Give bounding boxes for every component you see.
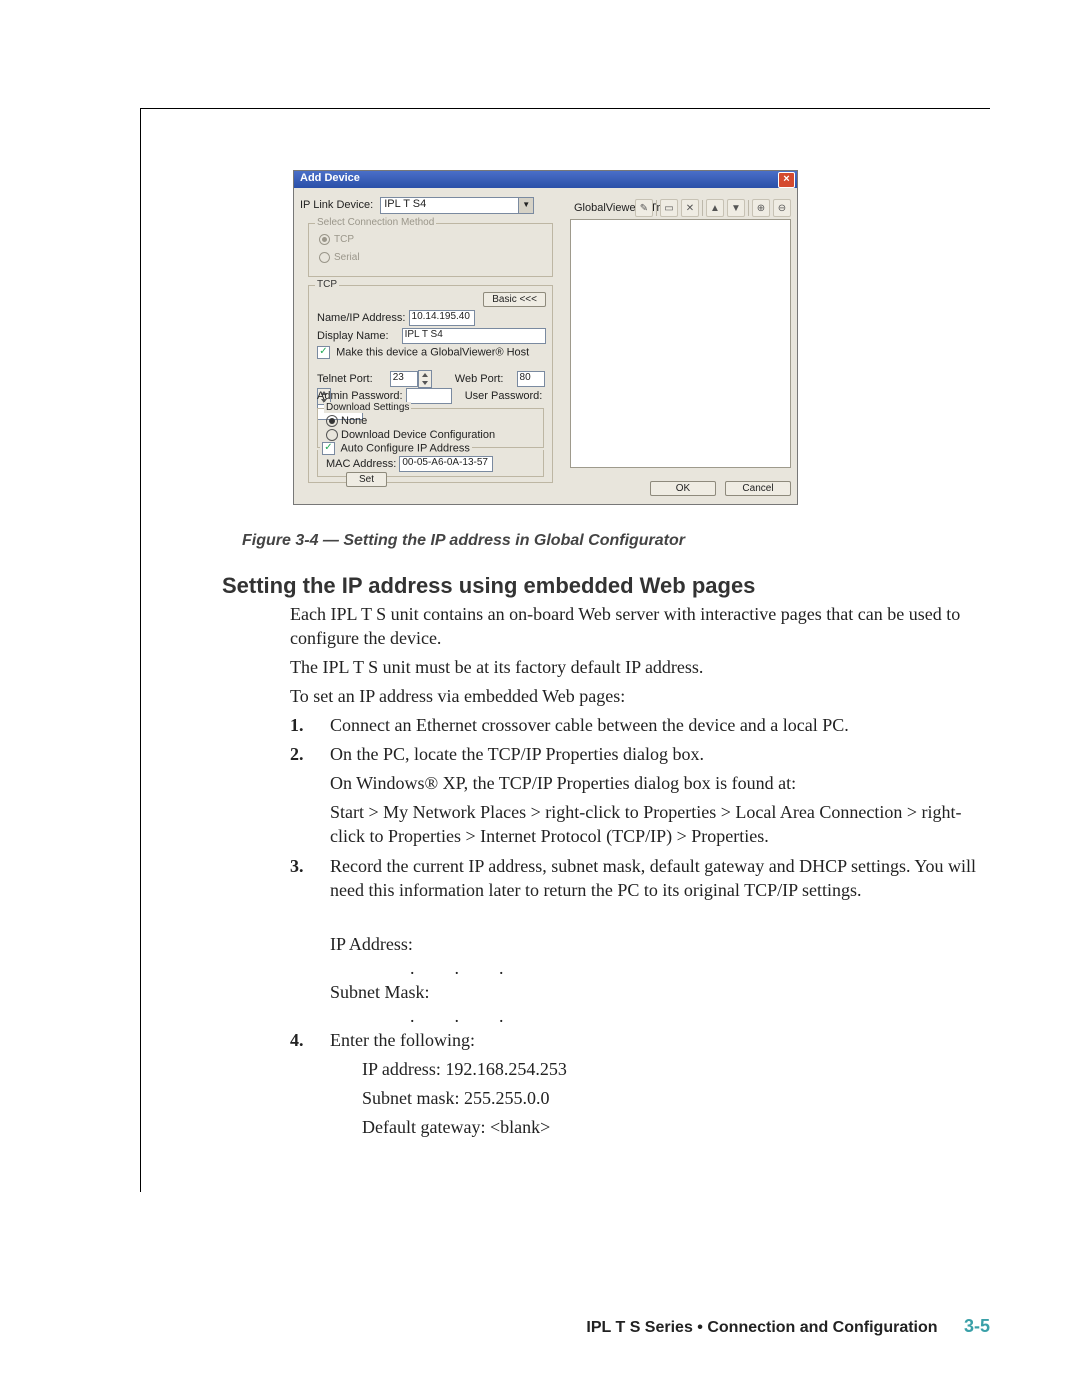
step-1: 1. Connect an Ethernet crossover cable b… bbox=[290, 713, 980, 737]
radio-none[interactable] bbox=[326, 415, 338, 427]
close-icon[interactable]: × bbox=[778, 172, 795, 188]
step-3-text: Record the current IP address, subnet ma… bbox=[330, 854, 990, 902]
up-icon[interactable]: ▲ bbox=[706, 199, 724, 217]
radio-ddc-label: Download Device Configuration bbox=[341, 429, 495, 441]
para-2: The IPL T S unit must be at its factory … bbox=[290, 655, 980, 679]
gv-host-label: Make this device a GlobalViewer® Host bbox=[336, 346, 529, 358]
collapse-icon[interactable]: ⊖ bbox=[773, 199, 791, 217]
step-3-ip-dots: ... bbox=[410, 956, 544, 980]
delete-icon[interactable]: ✕ bbox=[681, 199, 699, 217]
folder-icon[interactable]: ▭ bbox=[660, 199, 678, 217]
step-2-text: On the PC, locate the TCP/IP Properties … bbox=[330, 742, 980, 766]
step-4c: Default gateway: <blank> bbox=[362, 1115, 550, 1139]
step-3: 3. Record the current IP address, subnet… bbox=[290, 854, 990, 902]
ip-link-combo[interactable]: IPL T S4 ▼ bbox=[380, 197, 534, 214]
name-ip-label: Name/IP Address: bbox=[317, 312, 405, 324]
step-4b: Subnet mask: 255.255.0.0 bbox=[362, 1086, 550, 1110]
dialog-title: Add Device bbox=[300, 172, 360, 184]
step-4-num: 4. bbox=[290, 1028, 304, 1052]
step-2: 2. On the PC, locate the TCP/IP Properti… bbox=[290, 742, 980, 766]
step-3-sm-label: Subnet Mask: bbox=[330, 980, 430, 1004]
step-2b: On Windows® XP, the TCP/IP Properties di… bbox=[330, 771, 980, 795]
step-3-sm-dots: ... bbox=[410, 1004, 544, 1028]
name-ip-input[interactable]: 10.14.195.40 bbox=[409, 310, 475, 326]
step-4a: IP address: 192.168.254.253 bbox=[362, 1057, 567, 1081]
auto-ip-checkbox[interactable]: ✓ bbox=[322, 442, 335, 455]
section-heading: Setting the IP address using embedded We… bbox=[222, 573, 755, 599]
admin-pw-input[interactable] bbox=[406, 388, 452, 404]
tcp-legend: TCP bbox=[315, 279, 339, 290]
auto-ip-label: Auto Configure IP Address bbox=[340, 442, 469, 454]
auto-ip-group: ✓ Auto Configure IP Address MAC Address:… bbox=[317, 450, 544, 477]
basic-button[interactable]: Basic <<< bbox=[483, 292, 546, 307]
web-input[interactable]: 80 bbox=[517, 371, 545, 387]
pencil-icon[interactable]: ✎ bbox=[635, 199, 653, 217]
dialog-titlebar: Add Device × bbox=[294, 171, 797, 188]
para-1: Each IPL T S unit contains an on-board W… bbox=[290, 602, 980, 650]
radio-serial[interactable] bbox=[319, 252, 330, 263]
admin-pw-label: Admin Password: bbox=[317, 390, 403, 402]
gv-tree-pane[interactable] bbox=[570, 219, 791, 468]
telnet-label: Telnet Port: bbox=[317, 373, 373, 385]
step-1-text: Connect an Ethernet crossover cable betw… bbox=[330, 713, 980, 737]
conn-method-legend: Select Connection Method bbox=[315, 217, 436, 228]
footer-text: IPL T S Series • Connection and Configur… bbox=[586, 1319, 937, 1336]
mac-input[interactable]: 00-05-A6-0A-13-57 bbox=[399, 456, 493, 472]
ip-link-value: IPL T S4 bbox=[384, 198, 426, 210]
step-2c: Start > My Network Places > right-click … bbox=[330, 800, 990, 848]
gv-host-checkbox[interactable]: ✓ bbox=[317, 346, 330, 359]
page-number: 3-5 bbox=[964, 1316, 990, 1336]
left-rule bbox=[140, 108, 141, 1192]
step-3-num: 3. bbox=[290, 854, 304, 878]
top-rule bbox=[140, 108, 990, 109]
radio-tcp[interactable] bbox=[319, 234, 330, 245]
cancel-button[interactable]: Cancel bbox=[725, 481, 791, 496]
page-footer: IPL T S Series • Connection and Configur… bbox=[0, 1316, 990, 1337]
set-button[interactable]: Set bbox=[346, 472, 387, 487]
dl-legend: Download Settings bbox=[324, 402, 411, 413]
chevron-down-icon[interactable]: ▼ bbox=[518, 198, 533, 213]
para-3: To set an IP address via embedded Web pa… bbox=[290, 684, 980, 708]
tree-toolbar: ✎ ▭ ✕ ▲ ▼ ⊕ ⊖ bbox=[635, 199, 791, 217]
ok-button[interactable]: OK bbox=[650, 481, 716, 496]
step-1-num: 1. bbox=[290, 713, 304, 737]
figure-caption: Figure 3-4 — Setting the IP address in G… bbox=[242, 532, 685, 550]
radio-ddc[interactable] bbox=[326, 429, 338, 441]
down-icon[interactable]: ▼ bbox=[727, 199, 745, 217]
display-name-label: Display Name: bbox=[317, 330, 389, 342]
step-4-text: Enter the following: bbox=[330, 1028, 980, 1052]
add-device-dialog: Add Device × IP Link Device: IPL T S4 ▼ … bbox=[293, 170, 798, 505]
radio-serial-label: Serial bbox=[334, 252, 360, 263]
step-2-num: 2. bbox=[290, 742, 304, 766]
mac-label: MAC Address: bbox=[326, 458, 396, 470]
web-label: Web Port: bbox=[455, 373, 504, 385]
radio-none-label: None bbox=[341, 415, 367, 427]
expand-icon[interactable]: ⊕ bbox=[752, 199, 770, 217]
connection-method-group: Select Connection Method TCP Serial bbox=[308, 223, 553, 277]
display-name-input[interactable]: IPL T S4 bbox=[402, 328, 546, 344]
user-pw-label: User Password: bbox=[465, 390, 543, 402]
telnet-spinner[interactable] bbox=[418, 370, 432, 388]
radio-tcp-label: TCP bbox=[334, 234, 354, 245]
tcp-group: TCP Basic <<< Name/IP Address: 10.14.195… bbox=[308, 285, 553, 483]
dialog-buttons: OK Cancel bbox=[644, 481, 791, 496]
step-3-ip-label: IP Address: bbox=[330, 932, 413, 956]
telnet-input[interactable]: 23 bbox=[390, 371, 418, 387]
step-4: 4. Enter the following: bbox=[290, 1028, 980, 1052]
ip-link-label: IP Link Device: bbox=[300, 199, 373, 211]
